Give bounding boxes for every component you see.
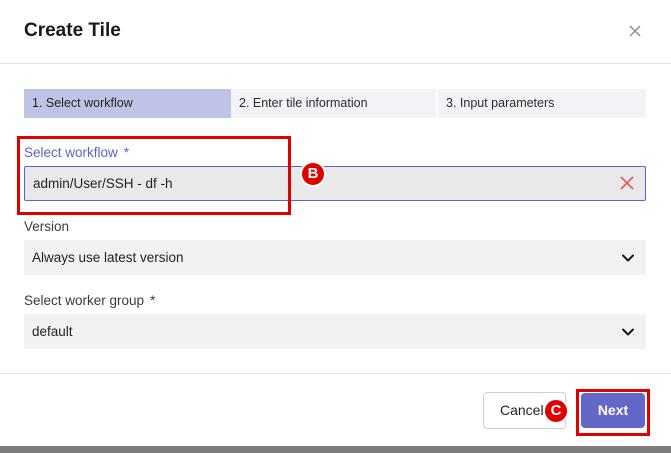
dialog-header: Create Tile [0, 0, 671, 64]
create-tile-dialog: Create Tile 1. Select workflow 2. Enter … [0, 0, 671, 446]
version-select-value: Always use latest version [32, 250, 184, 265]
worker-group-select[interactable]: default [24, 314, 646, 349]
footer-divider [0, 373, 671, 374]
annotation-badge-b: B [300, 161, 326, 187]
version-label: Version [24, 219, 70, 234]
chevron-down-icon [622, 328, 634, 336]
worker-group-label-text: Select worker group [24, 293, 145, 308]
close-icon[interactable] [626, 22, 644, 40]
dialog-title: Create Tile [24, 20, 121, 41]
step-input-parameters[interactable]: 3. Input parameters [438, 89, 646, 118]
annotation-badge-c: C [543, 398, 569, 424]
step-select-workflow[interactable]: 1. Select workflow [24, 89, 231, 118]
highlight-box-b [17, 136, 291, 215]
backdrop-strip [0, 446, 671, 453]
required-mark: * [150, 293, 156, 308]
worker-group-select-value: default [32, 324, 73, 339]
worker-group-label: Select worker group * [24, 293, 155, 308]
version-select[interactable]: Always use latest version [24, 240, 646, 275]
step-enter-tile-information[interactable]: 2. Enter tile information [231, 89, 438, 118]
highlight-box-c [576, 389, 650, 436]
clear-x-icon[interactable] [619, 175, 635, 191]
chevron-down-icon [622, 254, 634, 262]
stepper: 1. Select workflow 2. Enter tile informa… [24, 89, 646, 118]
